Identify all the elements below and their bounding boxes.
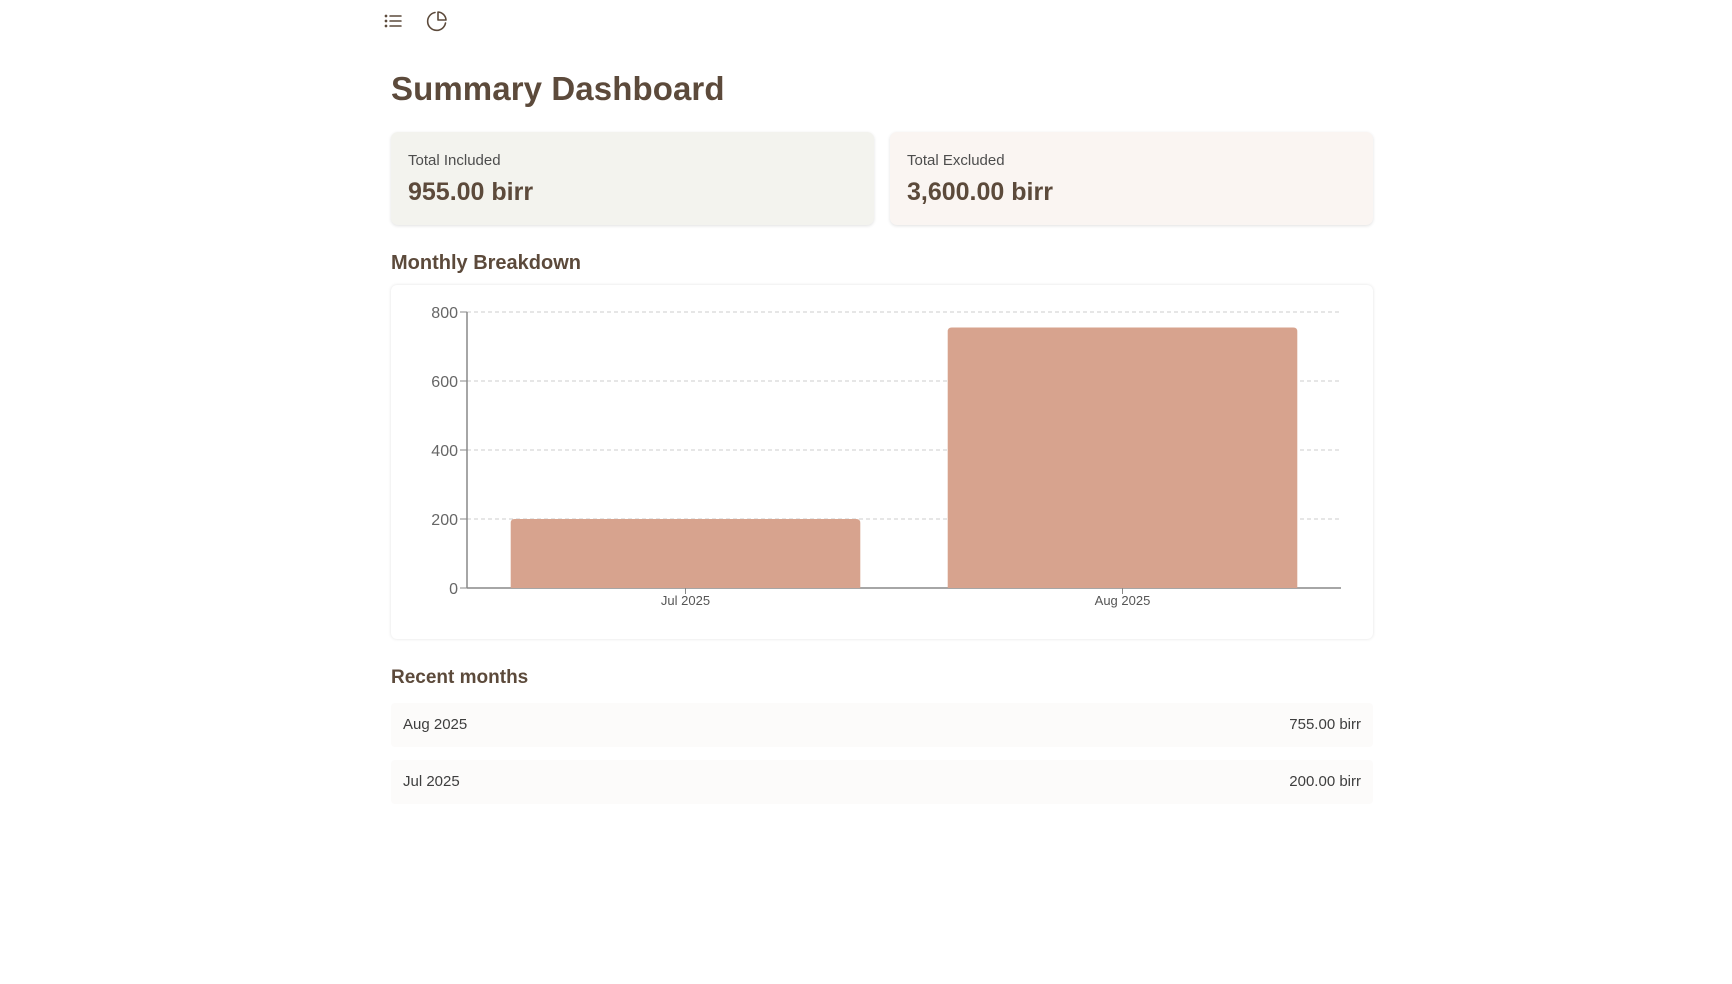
- list-item: Jul 2025 200.00 birr: [391, 760, 1373, 804]
- month-label: Jul 2025: [403, 773, 460, 790]
- x-tick-label: Jul 2025: [661, 593, 710, 608]
- bar: [947, 327, 1298, 588]
- monthly-breakdown-title: Monthly Breakdown: [391, 252, 582, 274]
- total-excluded-label: Total Excluded: [907, 152, 1005, 169]
- pie-chart-icon: [426, 11, 447, 32]
- total-included-value: 955.00 birr: [408, 178, 534, 206]
- page-title: Summary Dashboard: [391, 70, 725, 107]
- list-view-button[interactable]: [382, 10, 404, 32]
- total-excluded-card: Total Excluded 3,600.00 birr: [890, 132, 1373, 225]
- y-tick-label: 400: [431, 443, 458, 460]
- x-tick-label: Aug 2025: [1095, 593, 1151, 608]
- top-nav: [382, 10, 448, 32]
- month-amount: 200.00 birr: [1289, 773, 1361, 790]
- recent-months-title: Recent months: [391, 667, 529, 688]
- total-excluded-value: 3,600.00 birr: [907, 178, 1053, 206]
- total-included-label: Total Included: [408, 152, 501, 169]
- month-amount: 755.00 birr: [1289, 716, 1361, 733]
- total-included-card: Total Included 955.00 birr: [391, 132, 874, 225]
- bar: [510, 519, 861, 588]
- y-tick-label: 0: [449, 581, 458, 598]
- list-icon: [384, 14, 402, 28]
- summary-cards: Total Included 955.00 birr Total Exclude…: [391, 132, 1373, 225]
- monthly-chart-card: 0 200 400 600 800 Jul 2025 Aug 2025: [391, 285, 1373, 639]
- monthly-bar-chart: 0 200 400 600 800 Jul 2025 Aug 2025: [431, 305, 1341, 608]
- summary-view-button[interactable]: [426, 10, 448, 32]
- y-tick-label: 800: [431, 305, 458, 322]
- y-tick-label: 200: [431, 512, 458, 529]
- list-item: Aug 2025 755.00 birr: [391, 703, 1373, 747]
- month-label: Aug 2025: [403, 716, 468, 733]
- y-tick-label: 600: [431, 374, 458, 391]
